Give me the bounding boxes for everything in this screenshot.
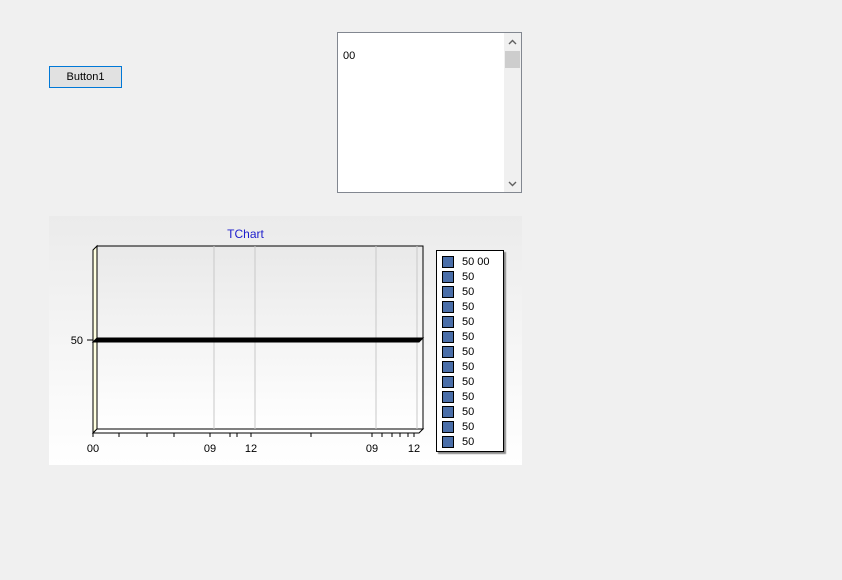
chart-title: TChart <box>227 227 264 241</box>
x-tick-label: 09 <box>204 443 216 455</box>
legend-swatch <box>442 330 454 343</box>
legend-item: 50 <box>442 269 474 284</box>
legend-item: 50 <box>442 329 474 344</box>
legend-swatch <box>442 375 454 388</box>
scroll-thumb[interactable] <box>505 51 520 68</box>
scroll-down-arrow-icon[interactable] <box>504 175 521 192</box>
legend-swatch <box>442 270 454 283</box>
x-tick-label: 12 <box>408 443 420 455</box>
legend-label: 50 <box>462 375 475 388</box>
memo-text: 00 <box>343 50 356 62</box>
legend-item: 50 <box>442 389 474 404</box>
legend-item: 50 <box>442 299 474 314</box>
legend-item: 50 <box>442 344 474 359</box>
legend-swatch <box>442 300 454 313</box>
legend-label: 50 <box>462 345 475 358</box>
legend-swatch <box>442 405 454 418</box>
button1[interactable]: Button1 <box>49 66 122 88</box>
legend-swatch <box>442 285 454 298</box>
legend-item: 50 <box>442 404 474 419</box>
legend-swatch <box>442 360 454 373</box>
legend-label: 50 <box>462 360 475 373</box>
legend-label: 50 <box>462 315 475 328</box>
memo-scrollbar[interactable] <box>504 33 521 192</box>
legend-item: 50 <box>442 419 474 434</box>
legend-swatch <box>442 255 454 268</box>
legend-label: 50 <box>462 270 475 283</box>
legend-label: 50 <box>462 435 475 448</box>
legend-item: 50 <box>442 359 474 374</box>
memo-box[interactable]: 00 <box>337 32 522 193</box>
legend-swatch <box>442 345 454 358</box>
legend-label: 50 <box>462 300 475 313</box>
x-tick-label: 09 <box>366 443 378 455</box>
chart-legend: 50 00 50 50 50 50 50 50 50 50 50 50 50 50 <box>436 250 504 452</box>
x-tick-label: 12 <box>245 443 257 455</box>
legend-label: 50 <box>462 285 475 298</box>
legend-item: 50 <box>442 374 474 389</box>
series-line <box>91 337 425 343</box>
x-tick-label: 00 <box>87 443 99 455</box>
legend-swatch <box>442 390 454 403</box>
floor <box>91 428 425 434</box>
scroll-up-arrow-icon[interactable] <box>504 33 521 50</box>
legend-item: 50 <box>442 314 474 329</box>
legend-swatch <box>442 420 454 433</box>
tchart[interactable]: 50 00 09 12 09 12 TChart 50 00 50 50 50 50 50 50 50 5… <box>49 216 522 465</box>
legend-item: 50 <box>442 434 474 449</box>
legend-label: 50 <box>462 390 475 403</box>
legend-label: 50 <box>462 330 475 343</box>
legend-item: 50 <box>442 284 474 299</box>
legend-item: 50 00 <box>442 254 490 269</box>
legend-label: 50 <box>462 420 475 433</box>
legend-swatch <box>442 315 454 328</box>
y-tick-label: 50 <box>71 335 83 347</box>
legend-label: 50 <box>462 405 475 418</box>
legend-swatch <box>442 435 454 448</box>
legend-label: 50 00 <box>462 255 490 268</box>
